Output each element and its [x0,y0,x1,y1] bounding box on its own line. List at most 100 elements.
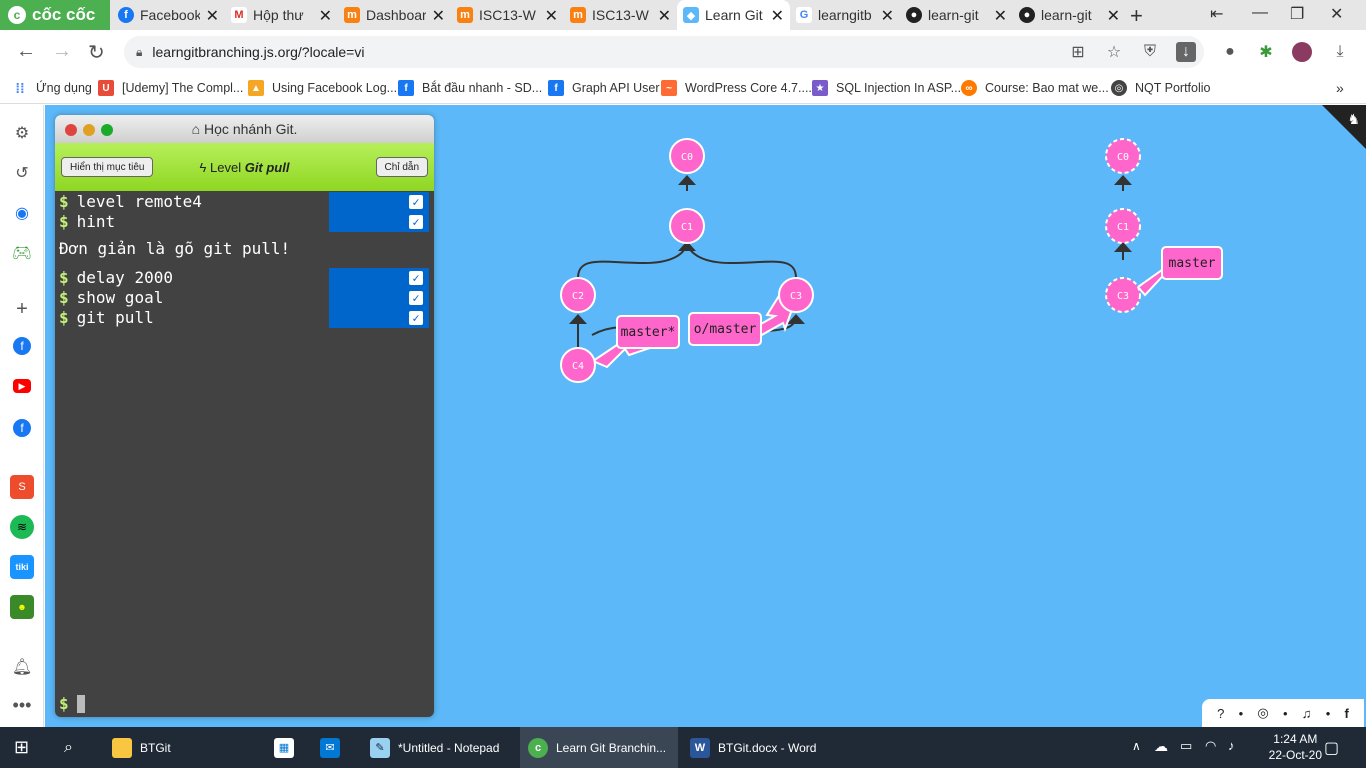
bookmark-apps[interactable]: ⁞⁞ Ứng dụng [12,80,92,96]
translate-icon[interactable]: ⊞ [1068,42,1088,62]
globe-icon[interactable]: ◎ [1257,705,1268,721]
start-button[interactable]: ⊞ [6,727,42,768]
system-clock[interactable]: 1:24 AM 22-Oct-20 [1269,731,1322,763]
bookmark-quickstart[interactable]: f Bắt đầu nhanh - SD... [398,80,542,96]
forward-icon[interactable]: → [52,40,72,63]
tab-label: learn-git [928,7,979,23]
commit-C0[interactable]: C0 [669,138,705,174]
tab-github-1[interactable]: ● learn-git ✕ [900,0,1013,30]
commit-C1[interactable]: C1 [669,208,705,244]
cookie-icon[interactable]: ● [1220,42,1240,62]
settings-gear-icon[interactable]: ⚙ [10,121,34,145]
taskbar-store[interactable]: ▦ [266,727,306,768]
taskbar-mail[interactable]: ✉ [312,727,352,768]
bookmark-course[interactable]: ∞ Course: Bao mat we... [961,80,1109,96]
tab-dashboard[interactable]: m Dashboard ✕ [338,0,451,30]
tab-learn-git[interactable]: ◆ Learn Git ✕ [677,0,790,30]
more-options-icon[interactable]: ••• [10,693,34,717]
back-icon[interactable]: ← [16,40,36,63]
tab-facebook[interactable]: f Facebook ✕ [112,0,225,30]
shield-icon[interactable]: ⛨ [1140,42,1160,62]
maximize-icon[interactable]: ❐ [1290,4,1304,24]
reload-icon[interactable]: ↻ [88,40,105,65]
bookmark-udemy[interactable]: U [Udemy] The Compl... [98,80,243,96]
volume-icon[interactable]: ♪ [1228,738,1235,753]
bookmark-label: SQL Injection In ASP... [836,81,962,95]
bookmarks-bar: ⁞⁞ Ứng dụng U [Udemy] The Compl... ▲ Usi… [0,74,1366,104]
goal-commit-C3: C3 [1105,277,1141,313]
notifications-icon[interactable]: ▢ [1324,738,1339,758]
downloads-icon[interactable]: ⤓ [1330,42,1350,62]
goal-commit-C0: C0 [1105,138,1141,174]
youtube-icon[interactable]: ▶ [13,379,31,393]
gamepad-icon[interactable]: 🎮︎ [10,241,34,265]
help-icon[interactable]: ? [1217,706,1224,721]
coccoc-menu-button[interactable]: c cốc cốc [0,0,110,30]
history-icon[interactable]: ↺ [10,161,34,185]
lock-icon: 🔒︎ [136,44,143,59]
more-bookmarks-icon[interactable]: » [1336,80,1344,96]
facebook-icon[interactable]: f [13,419,31,437]
tab-google[interactable]: G learngitb ✕ [790,0,900,30]
social-links-bar: ? • ◎ • ♫ • f [1202,699,1364,727]
bookmark-facebook-login[interactable]: ▲ Using Facebook Log... [248,80,397,96]
taskbar-item-word[interactable]: W BTGit.docx - Word [682,727,832,768]
tab-isc13-1[interactable]: m ISC13-W ✕ [451,0,564,30]
svg-text:C0: C0 [1117,152,1129,163]
messenger-icon[interactable]: ◉ [10,201,34,225]
minimize-icon[interactable]: — [1252,4,1268,22]
close-tab-icon[interactable]: ✕ [319,6,332,26]
taskbar-item-btgit-folder[interactable]: BTGit [104,727,254,768]
twitter-icon[interactable]: ♫ [1302,706,1312,721]
tab-isc13-2[interactable]: m ISC13-W ✕ [564,0,677,30]
arrowhead [678,175,696,185]
extensions-icon[interactable]: ✱ [1256,42,1276,62]
game-app-icon[interactable]: ☻ [10,595,34,619]
facebook-icon[interactable]: f [1345,706,1349,721]
wifi-icon[interactable]: ◠ [1205,738,1216,754]
show-hidden-icons-icon[interactable]: ∧ [1132,739,1141,753]
close-tab-icon[interactable]: ✕ [432,6,445,26]
search-button[interactable]: ⌕ [56,727,92,768]
close-tab-icon[interactable]: ✕ [771,6,784,26]
branch-label-o-master[interactable]: o/master [688,312,762,346]
tiki-icon[interactable]: tiki [10,555,34,579]
close-tab-icon[interactable]: ✕ [206,6,219,26]
taskbar-item-notepad[interactable]: ✎ *Untitled - Notepad [362,727,514,768]
close-tab-icon[interactable]: ✕ [658,6,671,26]
commit-C2[interactable]: C2 [560,277,596,313]
notifications-bell-icon[interactable]: 🔔︎ [10,655,34,679]
github-icon: ● [906,7,922,23]
cloud-icon[interactable]: ☁ [1154,738,1168,755]
tab-gmail[interactable]: M Hộp thư ✕ [225,0,338,30]
spotify-icon[interactable]: ≋ [10,515,34,539]
bookmark-star-icon[interactable]: ☆ [1104,42,1124,62]
bookmark-sql-injection[interactable]: ★ SQL Injection In ASP... [812,80,961,96]
facebook-icon[interactable]: f [13,337,31,355]
battery-icon[interactable]: ▭ [1180,738,1192,754]
new-tab-icon[interactable]: + [1130,3,1143,29]
bookmark-wordpress[interactable]: ~ WordPress Core 4.7.... [661,80,812,96]
taskbar-label: BTGit [140,740,171,755]
close-window-icon[interactable]: ✕ [1330,4,1343,24]
add-sidebar-item-icon[interactable]: + [10,297,34,321]
commit-C3[interactable]: C3 [778,277,814,313]
commit-C4[interactable]: C4 [560,347,596,383]
close-tab-icon[interactable]: ✕ [881,6,894,26]
close-tab-icon[interactable]: ✕ [994,6,1007,26]
address-bar[interactable]: 🔒︎ learngitbranching.js.org/?locale=vi [124,36,1204,68]
bookmark-nqt-portfolio[interactable]: ◎ NQT Portfolio [1111,80,1211,96]
github-octocat-icon[interactable]: ♞ [1347,111,1360,128]
download-video-icon[interactable]: ↓ [1176,42,1196,62]
bookmark-graph-api[interactable]: f Graph API User [548,80,660,96]
tab-github-2[interactable]: ● learn-git ✕ [1013,0,1126,30]
branch-label-master[interactable]: master* [616,315,680,349]
shopee-icon[interactable]: S [10,475,34,499]
close-tab-icon[interactable]: ✕ [545,6,558,26]
tab-search-icon[interactable]: ⇤ [1210,4,1223,24]
taskbar-item-learn-git[interactable]: c Learn Git Branchin... [520,727,678,768]
svg-text:C3: C3 [790,291,802,302]
bookmark-label: Ứng dụng [36,81,92,95]
close-tab-icon[interactable]: ✕ [1107,6,1120,26]
profile-avatar[interactable] [1292,42,1312,62]
